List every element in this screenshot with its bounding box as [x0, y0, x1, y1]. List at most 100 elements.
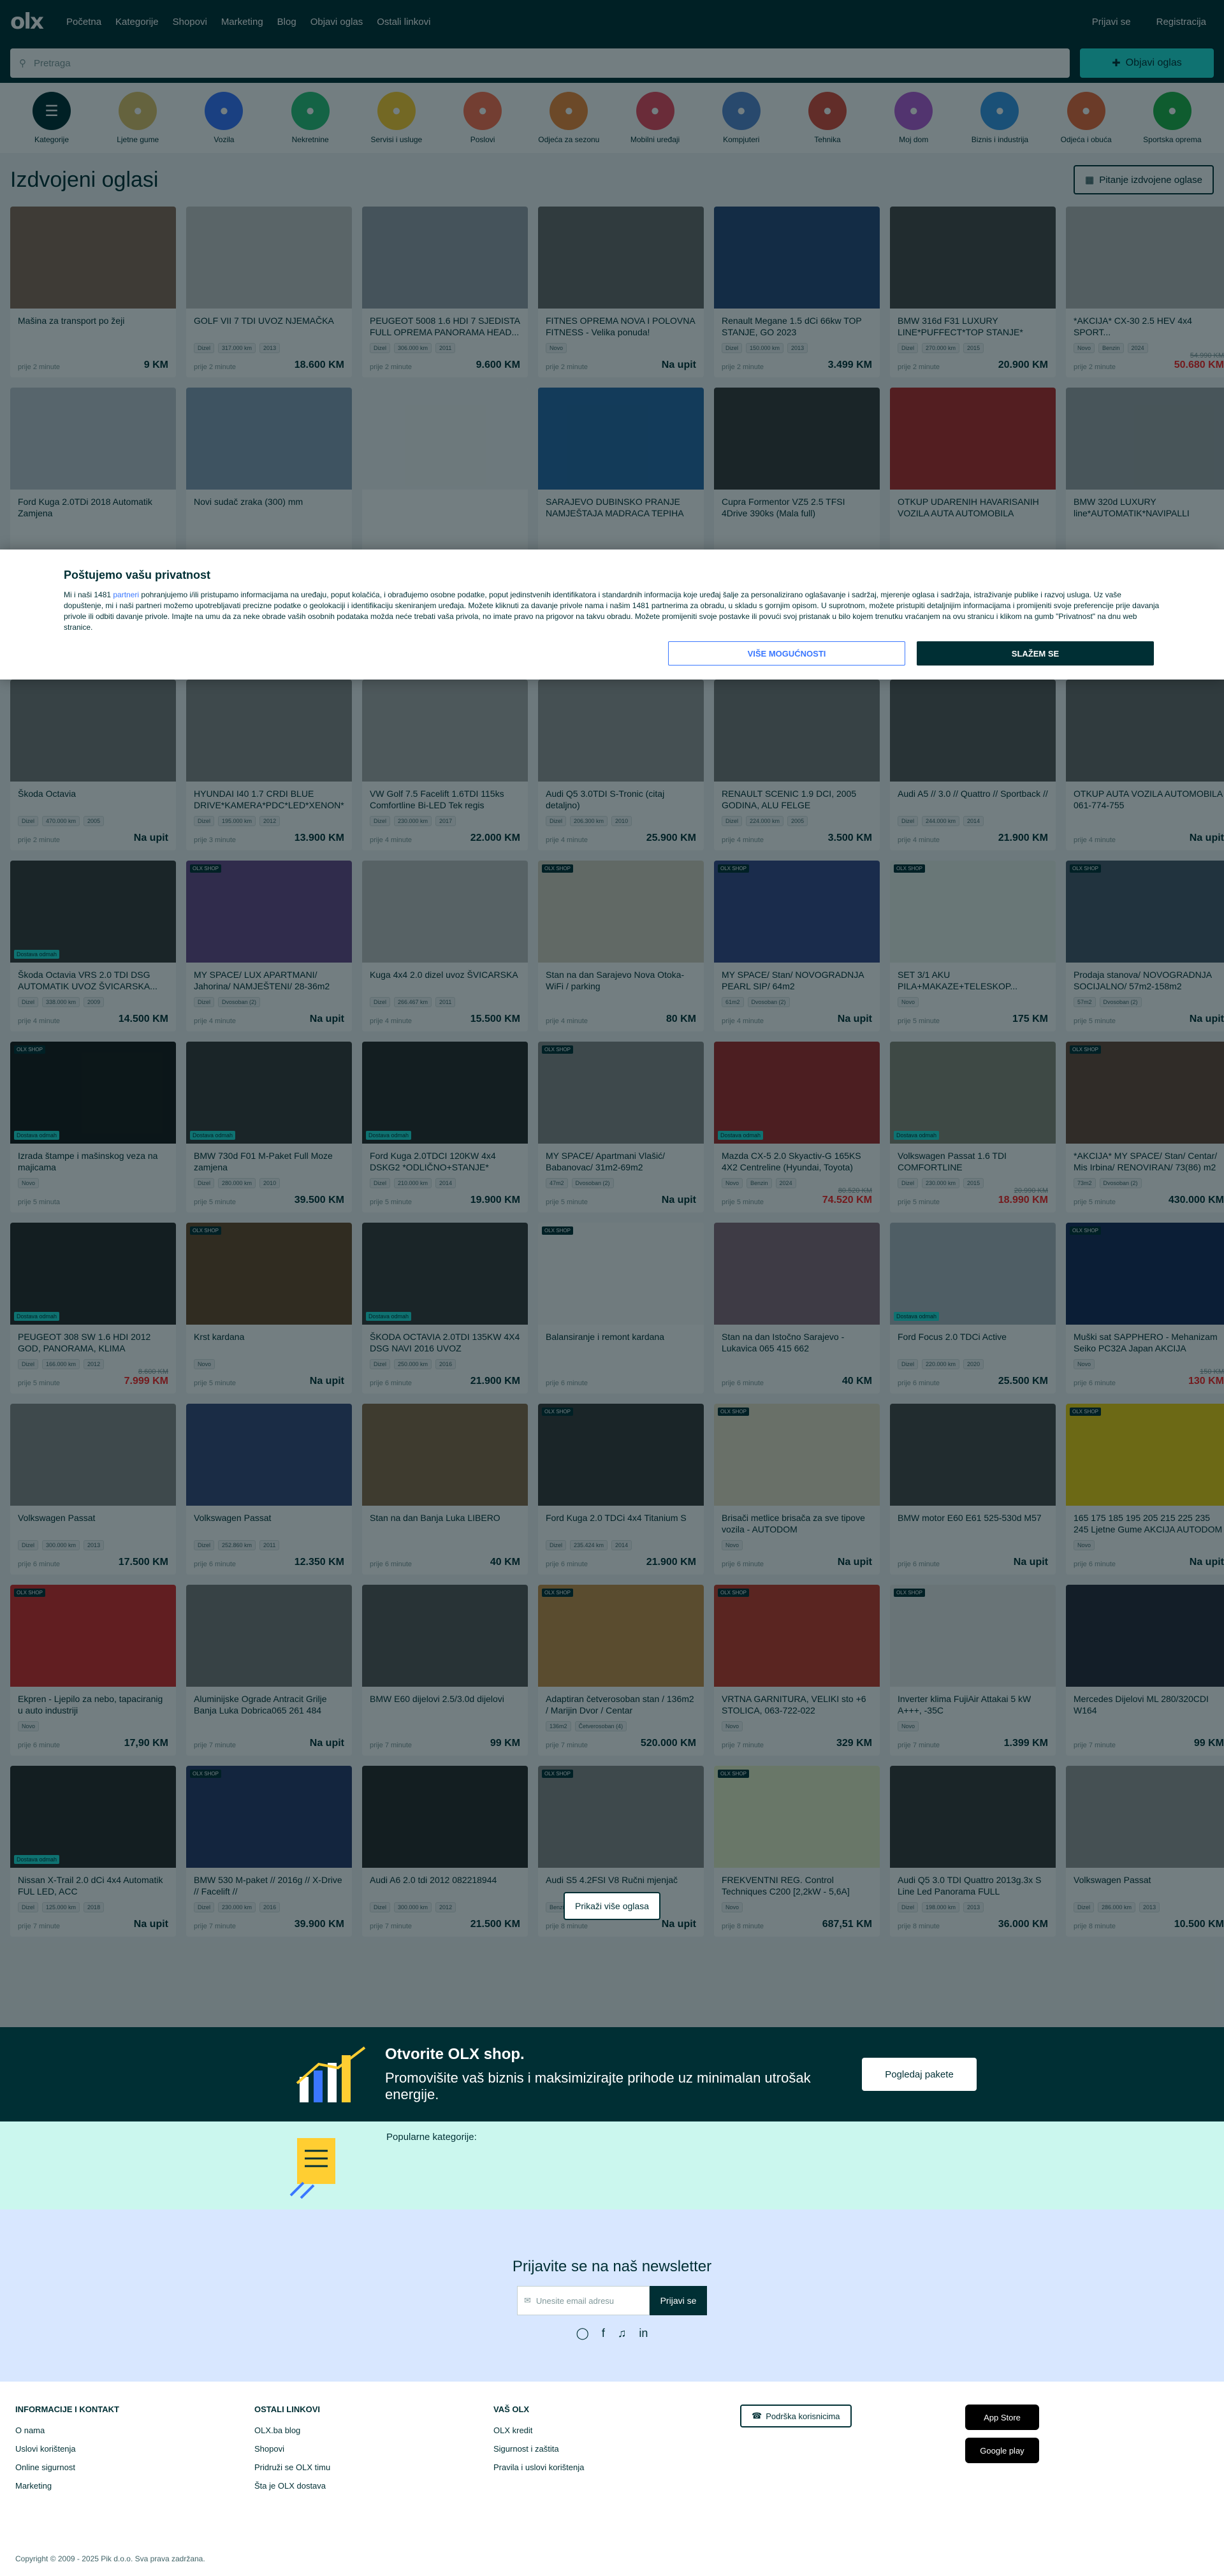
ad-card[interactable]: HYUNDAI I40 1.7 CRDI BLUE DRIVE*KAMERA*P…	[186, 680, 352, 850]
ad-image[interactable]: OLX SHOP	[714, 861, 880, 963]
ad-card[interactable]: OTKUP UDARENIH HAVARISANIH VOZILA AUTA A…	[890, 388, 1056, 558]
ad-title[interactable]: BMW motor E60 E61 525-530d M57	[890, 1506, 1056, 1536]
category-item[interactable]: ● Kompjuteri	[703, 92, 780, 144]
ad-title[interactable]: BMW 316d F31 LUXURY LINE*PUFFECT*TOP STA…	[890, 309, 1056, 339]
ad-image[interactable]	[890, 388, 1056, 490]
ad-card[interactable]: RENAULT SCENIC 1.9 DCI, 2005 GODINA, ALU…	[714, 680, 880, 850]
ad-image[interactable]	[1066, 680, 1224, 782]
ad-image[interactable]	[890, 1766, 1056, 1868]
category-item[interactable]: ● Sportska oprema	[1133, 92, 1211, 144]
ad-card[interactable]: Volkswagen Passat Dizel 252.860 km 2011 prij…	[186, 1404, 352, 1575]
ad-title[interactable]: RENAULT SCENIC 1.9 DCI, 2005 GODINA, ALU…	[714, 782, 880, 812]
ad-title[interactable]: Ford Kuga 2.0TDCI 120KW 4x4 DSKG2 *ODLIČ…	[362, 1144, 528, 1174]
footer-link[interactable]: Marketing	[15, 2481, 254, 2491]
ad-card[interactable]: Dostava odmah Mazda CX-5 2.0 Skyactiv-G 1…	[714, 1042, 880, 1212]
ad-card[interactable]: Dostava odmah ŠKODA OCTAVIA 2.0TDI 135KW …	[362, 1223, 528, 1394]
ad-title[interactable]: Stan na dan Banja Luka LIBERO	[362, 1506, 528, 1536]
ad-title[interactable]: Volkswagen Passat 1.6 TDI COMFORTLINE	[890, 1144, 1056, 1174]
ad-card[interactable]: Kuga 4x4 2.0 dizel uvoz ŠVICARSKA Dizel 26…	[362, 861, 528, 1031]
ad-image[interactable]	[714, 680, 880, 782]
footer-link[interactable]: O nama	[15, 2426, 254, 2435]
ad-card[interactable]: Mercedes Dijelovi ML 280/320CDI W164 prij…	[1066, 1585, 1224, 1756]
ad-card[interactable]: FITNES OPREMA NOVA I POLOVNA FITNESS - V…	[538, 207, 704, 377]
ad-card[interactable]: Audi Q5 3.0TDI S-Tronic (citaj detaljno)…	[538, 680, 704, 850]
email-field[interactable]: ✉ Unesite email adresu	[517, 2286, 650, 2315]
show-more-button[interactable]: Prikaži više oglasa	[564, 1892, 660, 1920]
category-item[interactable]: ● Vozila	[185, 92, 263, 144]
ad-title[interactable]: Ford Kuga 2.0 TDCi 4x4 Titanium S	[538, 1506, 704, 1536]
ad-image[interactable]	[362, 680, 528, 782]
ad-image[interactable]	[362, 1766, 528, 1868]
agree-button[interactable]: SLAŽEM SE	[917, 641, 1154, 666]
ad-title[interactable]: SARAJEVO DUBINSKO PRANJE NAMJEŠTAJA MADR…	[538, 490, 704, 520]
ad-title[interactable]: Ford Focus 2.0 TDCi Active	[890, 1325, 1056, 1355]
ad-title[interactable]: Adaptiran četverosoban stan / 136m2 / Ma…	[538, 1687, 704, 1717]
footer-link[interactable]: Shopovi	[254, 2444, 493, 2454]
ad-card[interactable]: PEUGEOT 5008 1.6 HDI 7 SJEDISTA FULL OPR…	[362, 207, 528, 377]
ad-card[interactable]: Dostava odmah Ford Focus 2.0 TDCi Active D…	[890, 1223, 1056, 1394]
ad-card[interactable]: Dostava odmah Volkswagen Passat 1.6 TDI C…	[890, 1042, 1056, 1212]
ad-card[interactable]: Cupra Formentor VZ5 2.5 TFSI 4Drive 390k…	[714, 388, 880, 558]
footer-link[interactable]: Online sigurnost	[15, 2463, 254, 2472]
ad-image[interactable]	[714, 207, 880, 309]
ad-image[interactable]	[890, 1404, 1056, 1506]
category-item[interactable]: ● Tehnika	[789, 92, 866, 144]
ad-title[interactable]: Kuga 4x4 2.0 dizel uvoz ŠVICARSKA	[362, 963, 528, 993]
ad-image[interactable]	[538, 207, 704, 309]
ad-image[interactable]	[538, 680, 704, 782]
category-item[interactable]: ● Nekretnine	[272, 92, 349, 144]
ad-image[interactable]: OLX SHOP	[1066, 1042, 1224, 1144]
ad-image[interactable]: Dostava odmah	[362, 1223, 528, 1325]
ad-title[interactable]: Audi A5 // 3.0 // Quattro // Sportback /…	[890, 782, 1056, 812]
ad-image[interactable]: OLX SHOP Dostava odmah	[10, 1042, 176, 1144]
ad-image[interactable]: Dostava odmah	[10, 1223, 176, 1325]
nav-link-4[interactable]: Blog	[277, 17, 296, 27]
ad-title[interactable]: Mašina za transport po žeji	[10, 309, 176, 339]
ad-image[interactable]	[714, 388, 880, 490]
ad-card[interactable]: Dostava odmah PEUGEOT 308 SW 1.6 HDI 2012…	[10, 1223, 176, 1394]
ad-image[interactable]	[1066, 388, 1224, 490]
ad-image[interactable]	[186, 1404, 352, 1506]
ad-title[interactable]: Brisači metlice brisača za sve tipove vo…	[714, 1506, 880, 1536]
ad-card[interactable]: OLX SHOP Balansiranje i remont kardana pri…	[538, 1223, 704, 1394]
ad-card[interactable]: GOLF VII 7 TDI UVOZ NJEMAČKA Dizel 317.000…	[186, 207, 352, 377]
ad-card[interactable]: OLX SHOP Adaptiran četverosoban stan / 13…	[538, 1585, 704, 1756]
ad-card[interactable]: Škoda Octavia Dizel 470.000 km 2005 prije 2 …	[10, 680, 176, 850]
ad-card[interactable]: OLX SHOP SET 3/1 AKU PILA+MAKAZE+TELESKOP…	[890, 861, 1056, 1031]
ad-card[interactable]: Ford Kuga 2.0TDi 2018 Automatik Zamjena	[10, 388, 176, 558]
ad-title[interactable]: Stan na dan Istočno Sarajevo - Lukavica …	[714, 1325, 880, 1355]
more-options-button[interactable]: VIŠE MOGUĆNOSTI	[668, 641, 905, 666]
ad-card[interactable]: Stan na dan Banja Luka LIBERO prije 6 min…	[362, 1404, 528, 1575]
ad-image[interactable]: Dostava odmah	[714, 1042, 880, 1144]
nav-link-2[interactable]: Shopovi	[173, 17, 207, 27]
footer-link[interactable]: Pridruži se OLX timu	[254, 2463, 493, 2472]
olx-logo[interactable]: olx	[10, 9, 52, 34]
ad-title[interactable]: ŠKODA OCTAVIA 2.0TDI 135KW 4X4 DSG NAVI …	[362, 1325, 528, 1355]
ad-image[interactable]: OLX SHOP	[714, 1585, 880, 1687]
footer-link[interactable]: OLX kredit	[493, 2426, 732, 2435]
facebook-icon[interactable]: f	[602, 2327, 605, 2340]
ad-title[interactable]: *AKCIJA* MY SPACE/ Stan/ Centar/ Mis Irb…	[1066, 1144, 1224, 1174]
footer-link[interactable]: Pravila i uslovi korištenja	[493, 2463, 732, 2472]
nav-link-5[interactable]: Objavi oglas	[310, 17, 363, 27]
ad-image[interactable]	[1066, 1766, 1224, 1868]
ad-title[interactable]: Krst kardana	[186, 1325, 352, 1355]
ad-image[interactable]	[362, 207, 528, 309]
ad-card[interactable]: OLX SHOP Ekpren - Ljepilo za nebo, tapaci…	[10, 1585, 176, 1756]
ad-title[interactable]: MY SPACE/ Apartmani Vlašić/ Babanovac/ 3…	[538, 1144, 704, 1174]
ad-card[interactable]: Renault Megane 1.5 dCi 66kw TOP STANJE, …	[714, 207, 880, 377]
ad-image[interactable]: Dostava odmah	[890, 1223, 1056, 1325]
ad-image[interactable]	[10, 680, 176, 782]
ad-title[interactable]: Aluminijske Ograde Antracit Grilje Banja…	[186, 1687, 352, 1717]
ad-card[interactable]: Novi sudač zraka (300) mm	[186, 388, 352, 558]
publish-button[interactable]: ✚ Objavi oglas	[1080, 48, 1214, 78]
app-store-badge[interactable]: App Store	[965, 2405, 1039, 2430]
category-item[interactable]: ☰ Kategorije	[13, 92, 91, 144]
ad-title[interactable]: Mercedes Dijelovi ML 280/320CDI W164	[1066, 1687, 1224, 1717]
ad-title[interactable]: GOLF VII 7 TDI UVOZ NJEMAČKA	[186, 309, 352, 339]
ad-image[interactable]	[10, 207, 176, 309]
ad-image[interactable]: OLX SHOP	[538, 1404, 704, 1506]
ad-title[interactable]: Audi Q5 3.0TDI S-Tronic (citaj detaljno)	[538, 782, 704, 812]
category-item[interactable]: ● Moj dom	[875, 92, 952, 144]
ad-image[interactable]: OLX SHOP	[1066, 1223, 1224, 1325]
